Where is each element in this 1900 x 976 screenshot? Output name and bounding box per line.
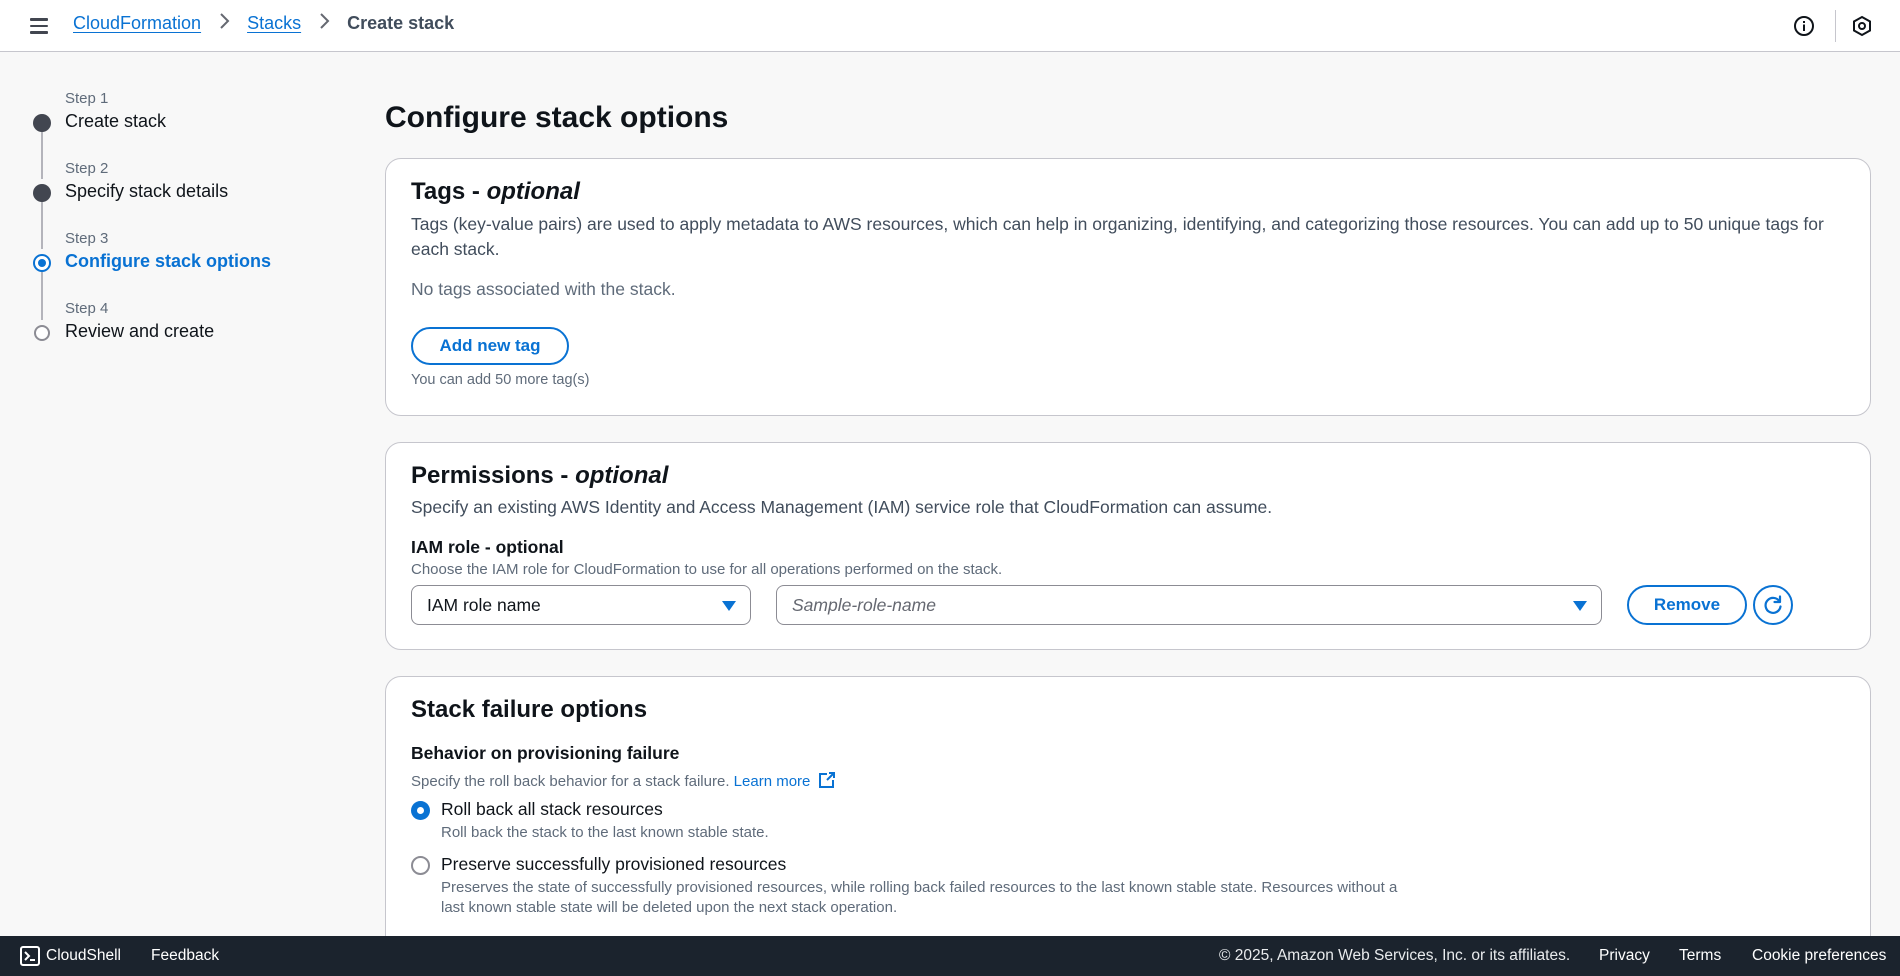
chevron-right-icon [219, 13, 231, 34]
permissions-title: Permissions - optional [411, 462, 668, 490]
tags-title-text: Tags - [411, 178, 487, 205]
breadcrumb-stacks[interactable]: Stacks [247, 13, 301, 34]
learn-more-text: Learn more [733, 773, 811, 790]
step-label: Review and create [65, 321, 215, 341]
tags-title: Tags - optional [411, 178, 580, 206]
menu-icon[interactable] [26, 14, 52, 38]
info-icon[interactable] [1792, 14, 1816, 38]
caret-down-icon [722, 601, 736, 611]
external-link-icon [818, 772, 836, 788]
behavior-description: Specify the roll back behavior for a sta… [411, 771, 836, 790]
permissions-title-text: Permissions - [411, 462, 576, 489]
rollback-all-radio[interactable] [411, 801, 430, 820]
learn-more-link[interactable]: Learn more [733, 772, 836, 790]
tags-description: Tags (key-value pairs) are used to apply… [411, 214, 1824, 259]
cloudshell-button[interactable]: CloudShell [20, 946, 121, 966]
tags-limit-hint: You can add 50 more tag(s) [411, 372, 590, 388]
cookie-preferences-link[interactable]: Cookie preferences [1752, 947, 1886, 965]
page-title: Configure stack options [385, 101, 729, 134]
stack-failure-panel: Stack failure options Behavior on provis… [385, 676, 1871, 966]
step-connector [41, 124, 43, 179]
privacy-link[interactable]: Privacy [1599, 947, 1650, 965]
caret-down-icon [1573, 601, 1587, 611]
add-new-tag-button[interactable]: Add new tag [411, 327, 569, 365]
iam-role-name-placeholder: Sample-role-name [792, 594, 936, 615]
step-number: Step 1 [65, 90, 109, 107]
step-complete-icon [33, 184, 51, 202]
cloudshell-label: CloudShell [46, 947, 121, 964]
iam-role-description: Choose the IAM role for CloudFormation t… [411, 561, 1003, 578]
step-number: Step 2 [65, 160, 109, 177]
footer: CloudShell Feedback © 2025, Amazon Web S… [0, 936, 1900, 976]
step-number: Step 3 [65, 230, 109, 247]
permissions-description: Specify an existing AWS Identity and Acc… [411, 497, 1273, 517]
settings-hexagon-icon[interactable] [1850, 14, 1874, 38]
behavior-label: Behavior on provisioning failure [411, 743, 680, 763]
terminal-icon [20, 946, 40, 966]
copyright-text: © 2025, Amazon Web Services, Inc. or its… [1219, 947, 1571, 964]
stack-failure-title: Stack failure options [411, 696, 648, 723]
preserve-resources-description: Preserves the state of successfully prov… [441, 879, 1398, 916]
breadcrumb-cloudformation[interactable]: CloudFormation [73, 13, 201, 34]
permissions-title-optional: optional [575, 462, 669, 489]
step-pending-icon [34, 325, 50, 341]
remove-button[interactable]: Remove [1627, 585, 1747, 625]
iam-role-label: IAM role - optional [411, 537, 564, 557]
preserve-resources-radio[interactable] [411, 856, 430, 875]
permissions-panel: Permissions - optional Specify an existi… [385, 442, 1871, 650]
toolbar-divider [1835, 10, 1836, 42]
step-label: Specify stack details [65, 181, 229, 201]
rollback-all-label: Roll back all stack resources [441, 799, 663, 819]
tags-panel: Tags - optional Tags (key-value pairs) a… [385, 158, 1871, 416]
terms-link[interactable]: Terms [1679, 947, 1721, 965]
breadcrumb: CloudFormation Stacks Create stack [73, 13, 454, 34]
tags-empty-text: No tags associated with the stack. [411, 279, 676, 299]
chevron-right-icon [319, 13, 331, 34]
step-number: Step 4 [65, 300, 109, 317]
step-current-icon [33, 254, 51, 272]
tags-title-optional: optional [486, 178, 580, 205]
refresh-icon[interactable] [1753, 585, 1793, 625]
preserve-resources-label: Preserve successfully provisioned resour… [441, 854, 787, 874]
iam-role-name-select[interactable]: Sample-role-name [776, 585, 1602, 625]
behavior-description-text: Specify the roll back behavior for a sta… [411, 773, 730, 790]
step-label: Configure stack options [65, 251, 272, 271]
iam-role-type-value: IAM role name [427, 594, 541, 615]
step-connector [41, 194, 43, 249]
step-complete-icon [33, 114, 51, 132]
feedback-link[interactable]: Feedback [151, 947, 219, 965]
step-connector [41, 264, 43, 320]
top-navigation: CloudFormation Stacks Create stack [0, 0, 1900, 52]
step-label: Create stack [65, 111, 167, 131]
breadcrumb-current: Create stack [347, 13, 455, 33]
iam-role-type-select[interactable]: IAM role name [411, 585, 751, 625]
rollback-all-description: Roll back the stack to the last known st… [441, 824, 769, 841]
